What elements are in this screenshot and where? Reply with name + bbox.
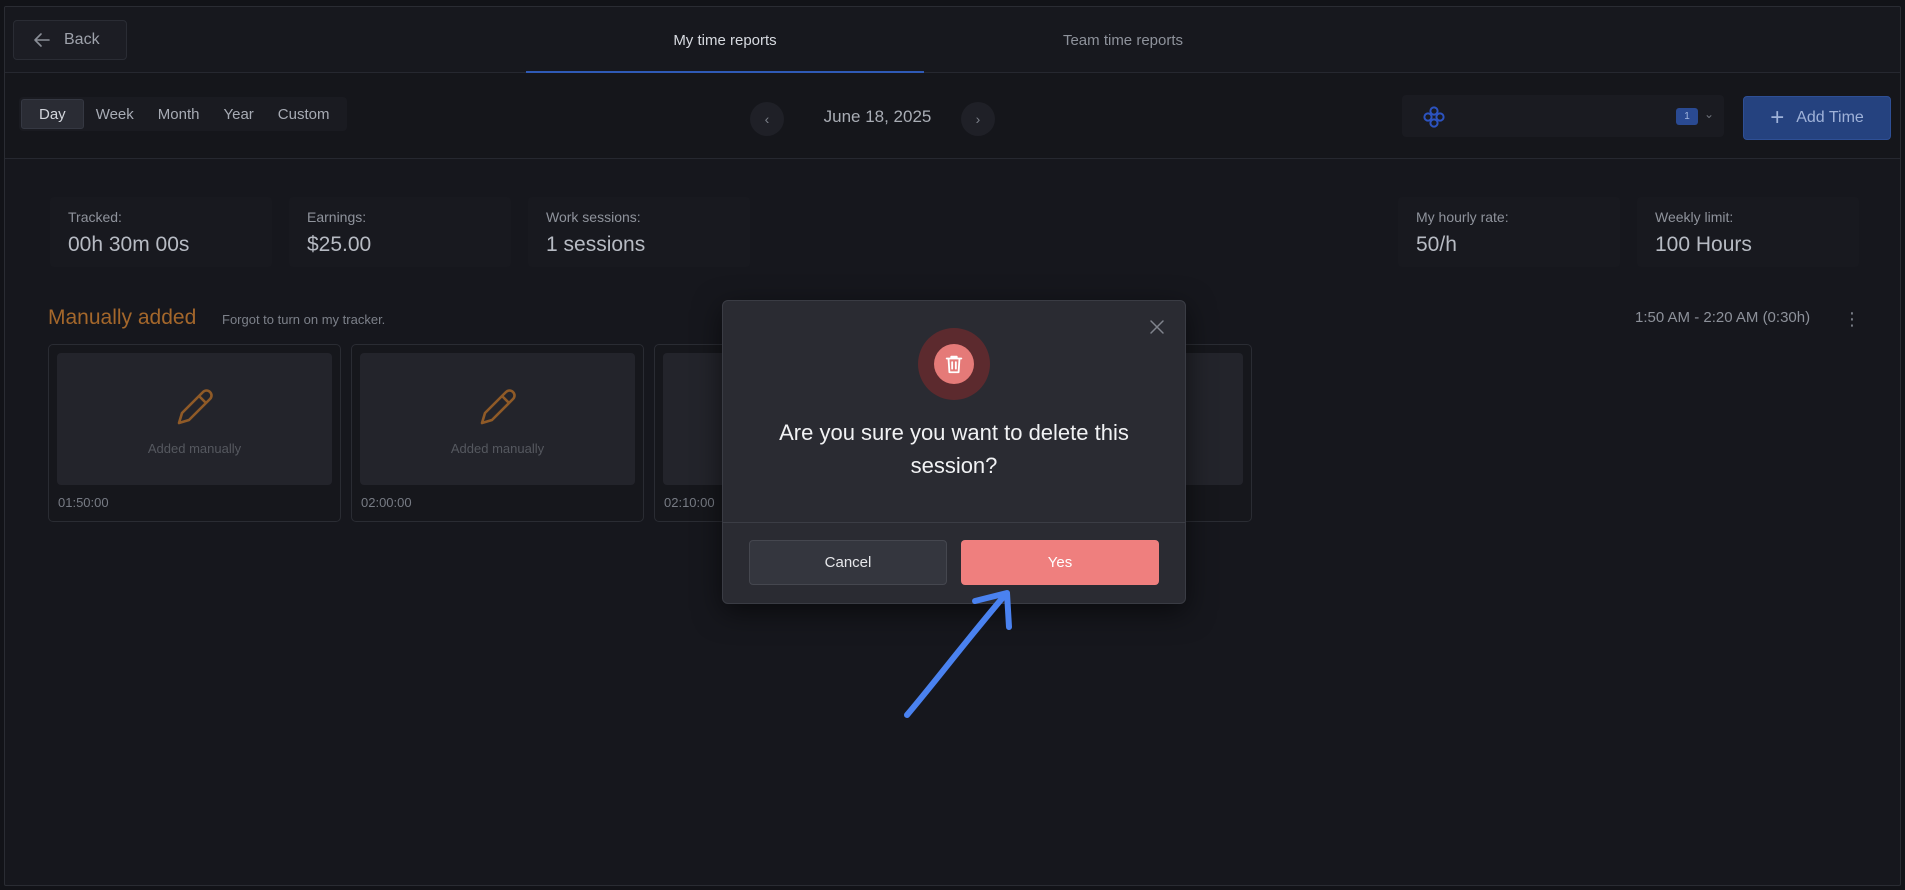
- session-caption: Added manually: [147, 440, 242, 456]
- stat-work-sessions: Work sessions: 1 sessions: [528, 197, 750, 267]
- more-options-icon[interactable]: ⋮: [1843, 309, 1861, 330]
- close-icon[interactable]: [1149, 319, 1165, 335]
- period-week[interactable]: Week: [84, 99, 146, 129]
- stat-value: 1 sessions: [546, 233, 646, 256]
- section-note: Forgot to turn on my tracker.: [222, 312, 386, 327]
- tab-team-time-reports[interactable]: Team time reports: [924, 7, 1322, 73]
- back-button[interactable]: Back: [13, 20, 127, 60]
- dialog-message: Are you sure you want to delete this ses…: [779, 420, 1129, 478]
- period-day[interactable]: Day: [21, 99, 84, 129]
- add-time-button[interactable]: + Add Time: [1743, 96, 1891, 140]
- session-start-time: 02:00:00: [361, 495, 412, 510]
- chevron-right-icon: ›: [975, 111, 981, 127]
- session-card[interactable]: Added manually 01:50:00: [48, 344, 341, 522]
- stat-tracked: Tracked: 00h 30m 00s: [50, 197, 272, 267]
- annotation-arrow-icon: [904, 590, 1012, 718]
- pencil-icon: [177, 388, 213, 424]
- session-caption: Added manually: [450, 440, 545, 456]
- stat-earnings: Earnings: $25.00: [289, 197, 511, 267]
- stat-label: Tracked:: [68, 209, 122, 225]
- delete-session-dialog: Are you sure you want to delete this ses…: [722, 300, 1186, 604]
- session-thumbnail: Added manually: [57, 353, 332, 485]
- period-custom[interactable]: Custom: [266, 99, 342, 129]
- workspace-logo-icon: [1423, 106, 1445, 128]
- chevron-down-icon: ⌄: [1704, 107, 1715, 121]
- filter-bar: Day Week Month Year Custom ‹ June 18, 20…: [5, 73, 1900, 159]
- stat-value: 100 Hours: [1655, 233, 1752, 256]
- arrow-left-icon: [34, 33, 50, 47]
- session-time-range: 1:50 AM - 2:20 AM (0:30h): [1635, 309, 1811, 326]
- stat-label: Weekly limit:: [1655, 209, 1734, 225]
- stat-value: 00h 30m 00s: [68, 233, 190, 256]
- period-year[interactable]: Year: [211, 99, 265, 129]
- stat-label: My hourly rate:: [1416, 209, 1509, 225]
- session-start-time: 01:50:00: [58, 495, 109, 510]
- top-bar: Back My time reports Team time reports: [5, 7, 1900, 74]
- stat-label: Work sessions:: [546, 209, 641, 225]
- stat-value: 50/h: [1416, 233, 1457, 256]
- session-card[interactable]: Added manually 02:00:00: [351, 344, 644, 522]
- back-label: Back: [64, 31, 100, 48]
- stat-weekly-limit: Weekly limit: 100 Hours: [1637, 197, 1859, 267]
- workspace-selector[interactable]: 1 ⌄: [1402, 95, 1724, 137]
- stat-value: $25.00: [307, 233, 372, 256]
- session-thumbnail: Added manually: [360, 353, 635, 485]
- pencil-icon: [480, 388, 516, 424]
- period-month[interactable]: Month: [146, 99, 212, 129]
- trash-icon: [945, 355, 963, 374]
- stat-label: Earnings:: [307, 209, 367, 225]
- tab-my-time-reports[interactable]: My time reports: [526, 7, 924, 74]
- current-date: June 18, 2025: [823, 107, 932, 126]
- plus-icon: +: [1770, 104, 1785, 131]
- workspace-count-badge: 1: [1676, 108, 1698, 125]
- dialog-divider: [723, 522, 1185, 523]
- confirm-delete-button[interactable]: Yes: [961, 540, 1159, 585]
- stat-hourly-rate: My hourly rate: 50/h: [1398, 197, 1620, 267]
- prev-date-button[interactable]: ‹: [750, 102, 784, 136]
- app-window: Back My time reports Team time reports D…: [4, 6, 1901, 886]
- add-time-label: Add Time: [1796, 109, 1864, 126]
- chevron-left-icon: ‹: [764, 111, 770, 127]
- cancel-button[interactable]: Cancel: [749, 540, 947, 585]
- section-title: Manually added: [48, 306, 197, 329]
- trash-icon-container: [918, 328, 990, 400]
- period-selector: Day Week Month Year Custom: [19, 97, 347, 131]
- next-date-button[interactable]: ›: [961, 102, 995, 136]
- session-start-time: 02:10:00: [664, 495, 715, 510]
